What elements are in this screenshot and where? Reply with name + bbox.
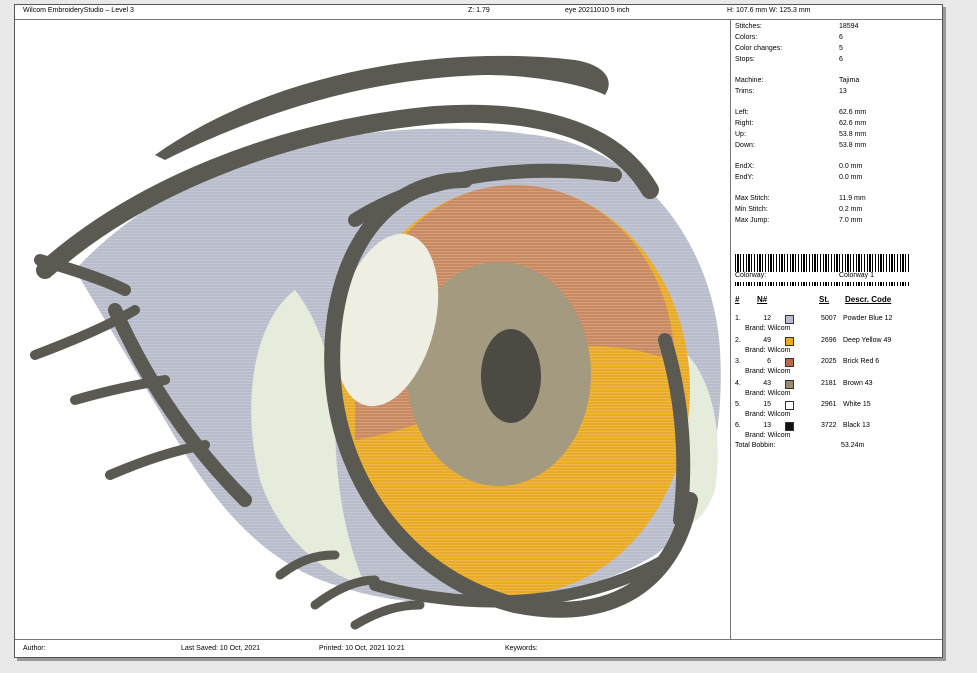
total-bobbin: Total Bobbin: 53.24m: [735, 442, 865, 449]
last-saved: Last Saved: 10 Oct, 2021: [181, 645, 260, 652]
stat-row: Machine: Tajima: [735, 77, 860, 84]
printed-date: Printed: 10 Oct, 2021 10:21: [319, 645, 405, 652]
color-swatch: [785, 358, 794, 367]
keywords-label: Keywords:: [505, 645, 538, 652]
color-table-header: # N# St. Descr. Code: [735, 295, 892, 304]
app-title: Wilcom EmbroideryStudio – Level 3: [23, 7, 134, 14]
color-swatch: [785, 422, 794, 431]
design-name: eye 20211010 5 inch: [565, 7, 630, 14]
stat-row: Stops: 6: [735, 56, 843, 63]
color-row: 6. 13 3722 Black 13 Brand: Wilcom: [735, 422, 870, 439]
footer-bar: Author: Last Saved: 10 Oct, 2021 Printed…: [15, 639, 942, 657]
color-row: 5. 15 2961 White 15 Brand: Wilcom: [735, 401, 871, 418]
design-dimensions: H: 107.6 mm W: 125.3 mm: [727, 7, 811, 14]
stat-row: Min Stitch: 0.2 mm: [735, 206, 863, 213]
stat-row: Colors: 6: [735, 34, 843, 41]
stat-row: Down: 53.8 mm: [735, 142, 867, 149]
color-row: 4. 43 2181 Brown 43 Brand: Wilcom: [735, 380, 873, 397]
stat-row: Right: 62.6 mm: [735, 120, 867, 127]
stat-row: Trims: 13: [735, 88, 847, 95]
stat-row: Stitches: 18594: [735, 23, 859, 30]
color-row: 2. 49 2696 Deep Yellow 49 Brand: Wilcom: [735, 337, 892, 354]
pupil: [481, 329, 541, 423]
color-swatch: [785, 401, 794, 410]
header-bar: Wilcom EmbroideryStudio – Level 3 Z: 1.7…: [15, 5, 942, 20]
design-preview: [15, 20, 731, 639]
stat-row: Up: 53.8 mm: [735, 131, 867, 138]
stat-row: Left: 62.6 mm: [735, 109, 867, 116]
color-swatch: [785, 380, 794, 389]
print-preview-sheet: Wilcom EmbroideryStudio – Level 3 Z: 1.7…: [14, 4, 943, 658]
embroidery-eye-design: [30, 55, 721, 630]
zoom-level: Z: 1.79: [468, 7, 490, 14]
stat-row: Max Jump: 7.0 mm: [735, 217, 863, 224]
author-label: Author:: [23, 645, 46, 652]
stat-row: EndX: 0.0 mm: [735, 163, 863, 170]
stat-row: EndY: 0.0 mm: [735, 174, 863, 181]
stat-row: Color changes: 5: [735, 45, 843, 52]
colorway-row: Colorway: Colorway 1: [735, 272, 940, 282]
color-row: 3. 6 2025 Brick Red 6 Brand: Wilcom: [735, 358, 880, 375]
color-swatch: [785, 315, 794, 324]
color-swatch: [785, 337, 794, 346]
color-row: 1. 12 5007 Powder Blue 12 Brand: Wilcom: [735, 315, 893, 332]
lash-7: [350, 600, 425, 630]
stat-row: Max Stitch: 11.9 mm: [735, 195, 866, 202]
